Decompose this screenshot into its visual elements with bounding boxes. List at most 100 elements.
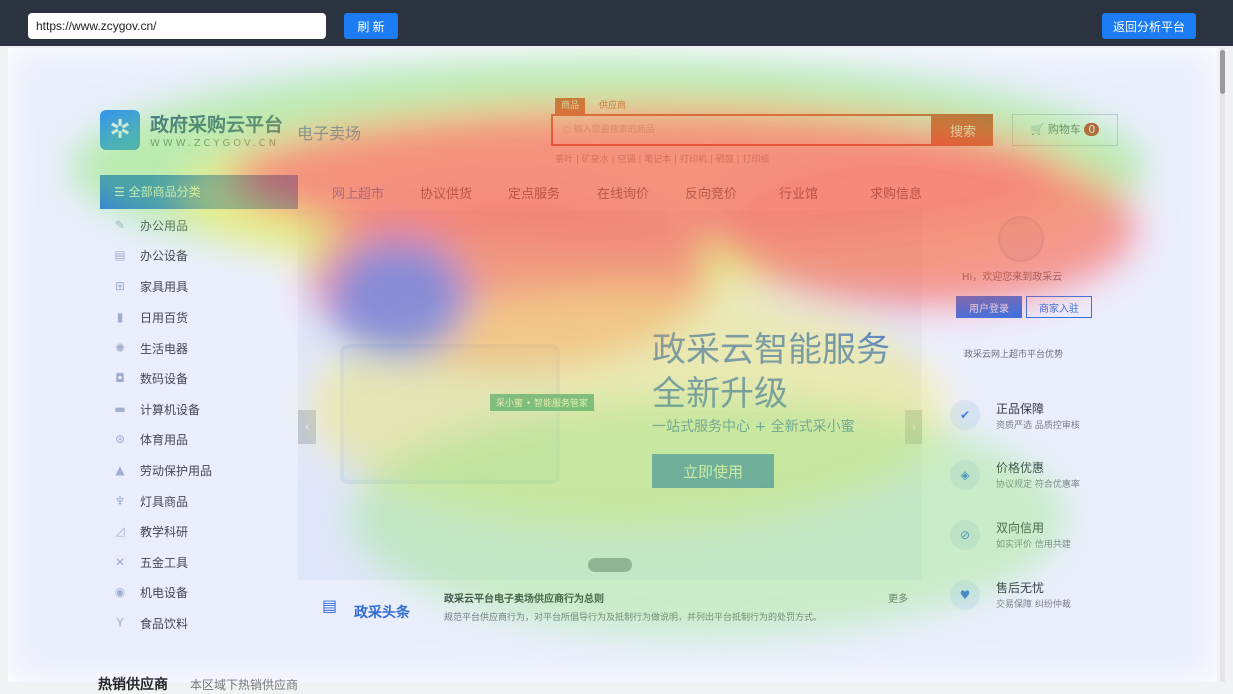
category-label: 机电设备: [140, 585, 189, 600]
refresh-button[interactable]: 刷 新: [344, 13, 398, 39]
news-more-link[interactable]: 更多: [888, 590, 908, 605]
nav-item-supermarket[interactable]: 网上超市: [332, 183, 384, 202]
fan-icon: ✺: [114, 341, 126, 355]
cart-count: 0: [1084, 123, 1100, 136]
feature-title: 售后无忧: [996, 581, 1045, 595]
feature-title: 价格优惠: [996, 461, 1045, 475]
advantage-heading: 政采云网上超市平台优势: [964, 350, 1064, 360]
cart-button[interactable]: 🛒 购物车 0: [1012, 114, 1118, 146]
all-categories-button[interactable]: ☰ 全部商品分类: [100, 175, 298, 209]
link-icon: ⊘: [950, 520, 980, 550]
helmet-icon: ▲: [115, 463, 125, 477]
cart-label: 购物车: [1047, 123, 1081, 136]
logo-icon[interactable]: ✲: [100, 110, 140, 150]
laptop-icon: ▬: [114, 402, 126, 416]
search-icon: ○: [563, 125, 574, 135]
hot-words[interactable]: 茶叶 | 矿泉水 | 空调 | 笔记本 | 打印机 | 硒鼓 | 打印纸: [555, 152, 770, 165]
logo-title[interactable]: 政府采购云平台: [150, 110, 283, 137]
section-title: 热销供应商: [98, 677, 168, 693]
category-item[interactable]: ▮ 日用百货: [100, 302, 188, 332]
category-item[interactable]: ▤ 办公设备: [100, 240, 188, 270]
category-list: ✎ 办公用品 ▤ 办公设备 ⊞ 家具用具 ▮ 日用百货 ✺ 生活电器 ◘ 数码设备 ▬ 计算机…: [100, 210, 298, 640]
nav-item-service[interactable]: 定点服务: [508, 183, 560, 202]
drink-icon: Y: [116, 616, 124, 630]
ball-icon: ⊛: [114, 432, 126, 446]
news-brand: 政采头条: [354, 605, 410, 621]
url-field[interactable]: https://www.zcygov.cn/: [28, 13, 326, 39]
category-label: 体育用品: [140, 432, 189, 447]
camera-icon: ◘: [115, 371, 125, 385]
category-item[interactable]: ⊞ 家具用具: [100, 271, 188, 301]
category-item[interactable]: ✎ 办公用品: [100, 210, 188, 240]
nav-item-industry[interactable]: 行业馆: [779, 183, 818, 202]
shield-icon: ✔: [950, 400, 980, 430]
feature-title: 正品保障: [996, 402, 1045, 416]
category-item[interactable]: ▬ 计算机设备: [100, 394, 200, 424]
scrollbar-thumb[interactable]: [1220, 50, 1225, 94]
category-label: 办公设备: [140, 248, 189, 263]
search-tab-goods[interactable]: 商品: [555, 98, 586, 114]
category-item[interactable]: ⊛ 体育用品: [100, 424, 188, 454]
news-icon: ▤: [322, 596, 338, 615]
tag-icon: ◈: [950, 460, 980, 490]
search-tab-supplier[interactable]: 供应商: [593, 98, 632, 114]
nav-item-inquiry[interactable]: 在线询价: [597, 183, 649, 202]
banner-title: 政采云智能服务: [652, 330, 890, 370]
banner-tagline: 一站式服务中心 + 全新式采小蜜: [652, 419, 855, 435]
feature-desc: 协议规定 符合优惠率: [996, 480, 1080, 490]
category-item[interactable]: ▲ 劳动保护用品: [100, 455, 212, 485]
heart-icon: ♥: [950, 580, 980, 610]
news-title[interactable]: 政采云平台电子卖场供应商行为总则: [444, 590, 604, 605]
category-label: 生活电器: [140, 341, 189, 356]
feature-desc: 交易保障 纠纷仲裁: [996, 600, 1071, 610]
lamp-icon: ♆: [114, 494, 126, 508]
bottle-icon: ▮: [116, 310, 124, 324]
all-categories-label: 全部商品分类: [128, 185, 201, 199]
login-button[interactable]: 用户登录: [956, 296, 1022, 318]
category-item[interactable]: ✕ 五金工具: [100, 547, 188, 577]
section-subtitle: 本区域下热销供应商: [190, 678, 299, 692]
search-button[interactable]: 搜索: [933, 114, 993, 146]
use-now-button[interactable]: 立即使用: [652, 454, 774, 488]
category-item[interactable]: ◿ 教学科研: [100, 516, 188, 546]
carousel-dots[interactable]: [588, 558, 632, 572]
chevron-left-icon[interactable]: ‹: [298, 410, 316, 444]
category-label: 灯具商品: [140, 494, 189, 509]
scrollbar-track[interactable]: [1220, 48, 1225, 682]
category-item[interactable]: ✺ 生活电器: [100, 333, 188, 363]
market-label: 电子卖场: [297, 124, 362, 143]
category-item[interactable]: ◉ 机电设备: [100, 577, 188, 607]
category-label: 五金工具: [140, 555, 189, 570]
menu-icon: ☰: [114, 185, 129, 199]
feature-desc: 如实评价 信用共建: [996, 540, 1071, 550]
avatar: [998, 216, 1044, 262]
nav-item-reverse-bid[interactable]: 反向竞价: [685, 183, 737, 202]
category-label: 计算机设备: [140, 402, 201, 417]
cabinet-icon: ⊞: [114, 279, 126, 293]
assistant-badge: 采小蜜 • 智能服务管家: [490, 394, 595, 411]
banner-subtitle: 全新升级: [652, 374, 788, 414]
tools-icon: ✕: [114, 555, 126, 569]
search-placeholder: 输入您要搜索的商品: [573, 125, 655, 135]
category-item[interactable]: Y 食品饮料: [100, 608, 188, 638]
machine-icon: ◉: [114, 585, 126, 599]
pen-icon: ✎: [114, 218, 126, 232]
back-to-analysis-button[interactable]: 返回分析平台: [1102, 13, 1196, 39]
category-item[interactable]: ♆ 灯具商品: [100, 486, 188, 516]
printer-icon: ▤: [114, 248, 126, 262]
chevron-right-icon[interactable]: ›: [905, 410, 923, 444]
nav-item-agreement[interactable]: 协议供货: [420, 183, 472, 202]
cart-icon: 🛒: [1030, 123, 1048, 136]
category-label: 日用百货: [140, 310, 189, 325]
merchant-join-button[interactable]: 商家入驻: [1026, 296, 1092, 318]
feature-desc: 资质严选 品质控审核: [996, 421, 1080, 431]
category-label: 数码设备: [140, 371, 189, 386]
category-label: 教学科研: [140, 524, 189, 539]
logo-subtitle: WWW.ZCYGOV.CN: [150, 138, 280, 149]
category-label: 办公用品: [140, 218, 189, 233]
ruler-icon: ◿: [115, 524, 125, 538]
category-item[interactable]: ◘ 数码设备: [100, 363, 188, 393]
category-label: 家具用具: [140, 279, 189, 294]
search-input[interactable]: ○ 输入您要搜索的商品: [551, 114, 933, 146]
nav-item-purchase[interactable]: 求购信息: [870, 183, 922, 202]
